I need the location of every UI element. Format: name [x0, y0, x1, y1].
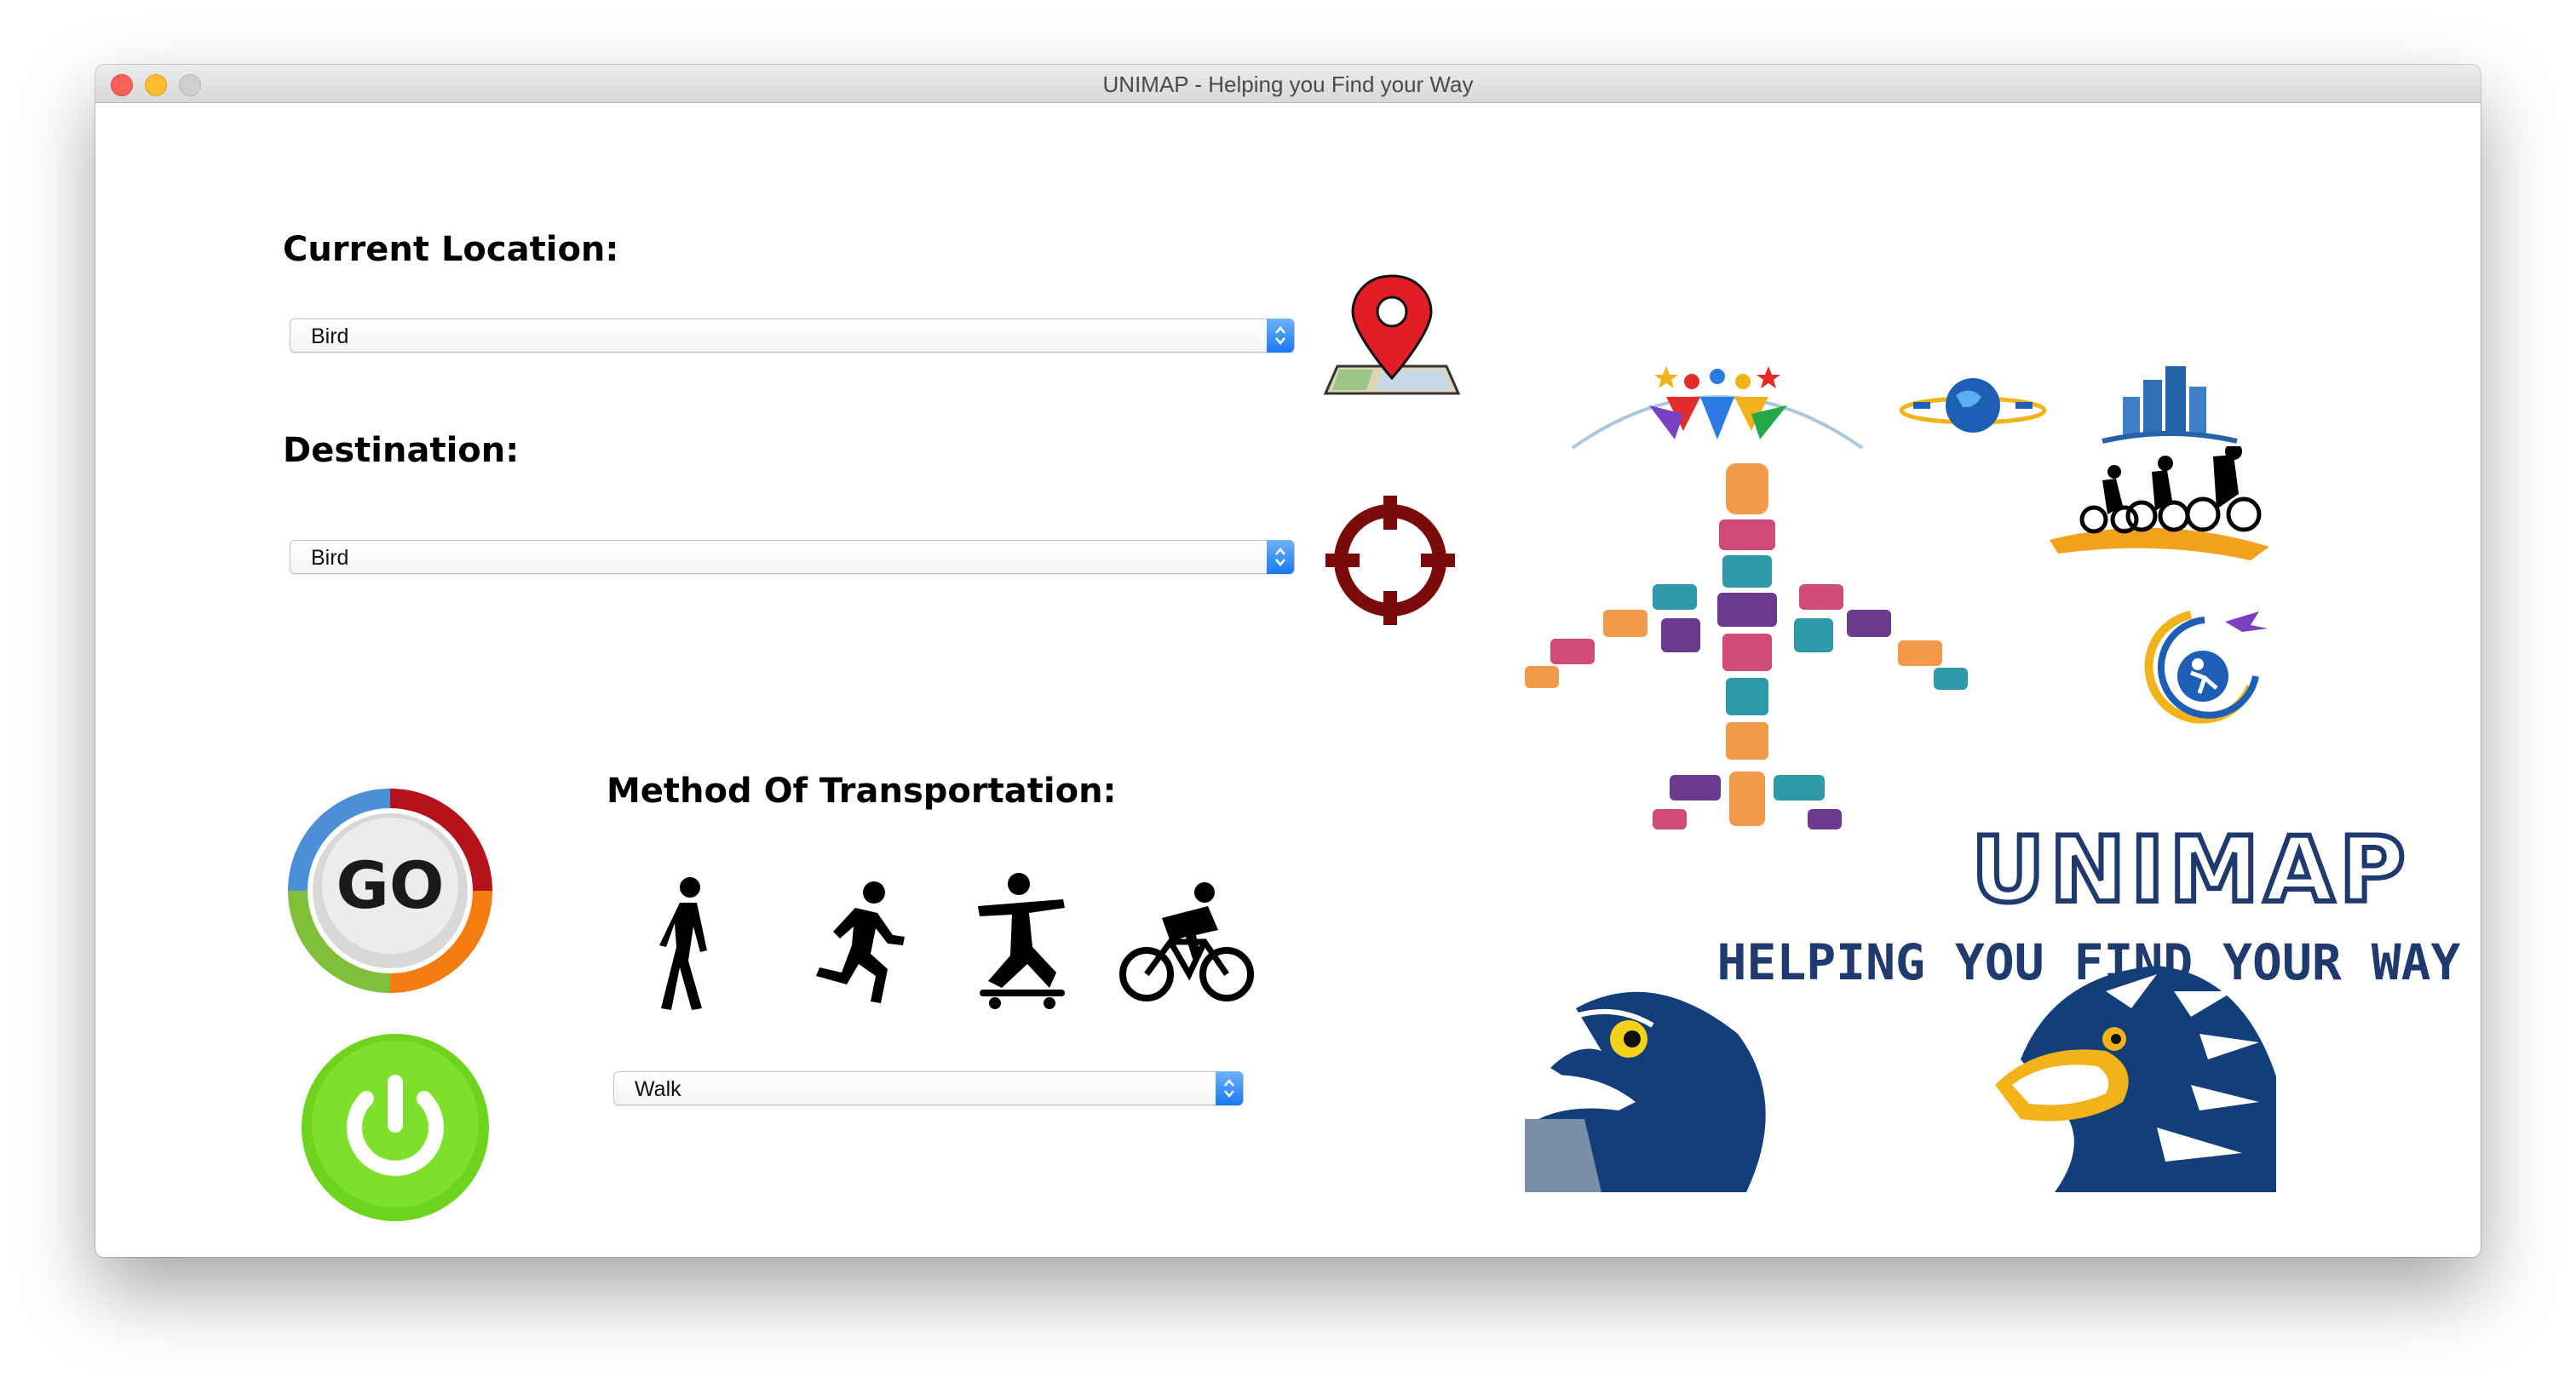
destination-dropdown[interactable]: Bird	[290, 540, 1295, 574]
eagle-mascot-left-icon	[1525, 991, 1766, 1192]
travel-swoosh-logo-icon	[2144, 611, 2268, 724]
cyclists-banner-icon	[2050, 446, 2269, 560]
main-panel: Current Location: Bird Destination: Bird	[95, 102, 2481, 1257]
title-bar: UNIMAP - Helping you Find your Way	[95, 65, 2481, 103]
globe-travel-icon	[1899, 378, 2047, 433]
run-icon[interactable]	[792, 875, 911, 1012]
destination-label: Destination:	[283, 431, 520, 470]
skateboard-icon[interactable]	[961, 869, 1080, 1013]
transport-method-label: Method Of Transportation:	[607, 772, 1117, 811]
go-button[interactable]: GO	[281, 782, 499, 1000]
destination-value: Bird	[311, 546, 349, 570]
destination-dropdown-arrow-icon[interactable]	[1267, 540, 1294, 574]
transport-method-dropdown-arrow-icon[interactable]	[1216, 1071, 1243, 1105]
app-window: UNIMAP - Helping you Find your Way Curre…	[95, 65, 2481, 1257]
current-location-label: Current Location:	[283, 230, 619, 269]
celebration-people-logo-icon	[1571, 366, 1864, 450]
power-button[interactable]	[298, 1030, 492, 1225]
bike-icon[interactable]	[1119, 879, 1256, 1007]
luggage-airplane-icon	[1525, 463, 1968, 829]
current-location-value: Bird	[311, 324, 349, 348]
unimap-logo-title: UNIMAP	[1971, 826, 2410, 922]
transport-method-dropdown[interactable]: Walk	[613, 1071, 1244, 1105]
walk-icon[interactable]	[627, 875, 746, 1012]
window-title: UNIMAP - Helping you Find your Way	[1102, 72, 1474, 97]
map-pin-icon	[1323, 274, 1461, 395]
current-location-dropdown[interactable]: Bird	[290, 318, 1295, 353]
go-button-label: GO	[336, 847, 445, 923]
current-location-dropdown-arrow-icon[interactable]	[1267, 318, 1294, 353]
transport-method-value: Walk	[635, 1077, 681, 1101]
crosshair-target-icon	[1325, 496, 1455, 625]
eagle-mascot-right-icon	[1995, 966, 2276, 1192]
city-skyline-icon	[2102, 366, 2238, 444]
